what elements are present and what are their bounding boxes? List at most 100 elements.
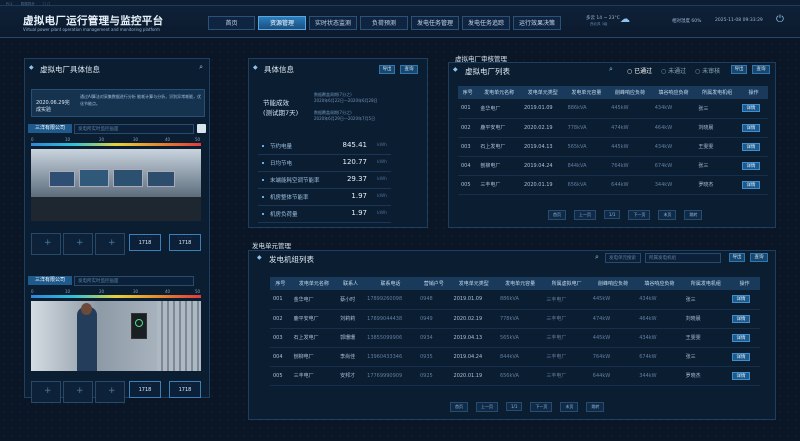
- unit-search-input[interactable]: 发电单元搜索: [605, 253, 641, 263]
- cell: 886kVA: [564, 99, 609, 119]
- page-last[interactable]: 末页: [560, 402, 579, 412]
- cell: 474kW: [589, 309, 637, 329]
- cell: 张三: [695, 156, 739, 176]
- detail-button[interactable]: 详情: [732, 333, 751, 342]
- cell: 003: [270, 328, 291, 348]
- page-jump[interactable]: 跳转: [684, 210, 703, 220]
- page-prev[interactable]: 上一页: [574, 210, 596, 220]
- cell: 844kVA: [496, 347, 544, 367]
- metric-unit: kWh: [377, 211, 387, 216]
- settings-icon[interactable]: [197, 124, 206, 133]
- table-row: 002 鹿平安电厂 2020.02.19 778kVA 474kW 464kW 刘晓晨 详情: [458, 118, 768, 138]
- cell: 17769990909: [364, 366, 417, 386]
- cell: 刘晓晨: [695, 118, 739, 138]
- camera-slot[interactable]: [63, 381, 93, 403]
- cell: 005: [270, 366, 291, 386]
- header: 虚拟电厂运行管理与监控平台 Virtual power plant operat…: [0, 6, 800, 38]
- scale-label: 40: [165, 137, 171, 142]
- table-row: 001 金华电厂 蔡小时 17899260098 0948 2019.01.09 886kV…: [270, 290, 760, 310]
- filter-pending[interactable]: ○ 未审核: [695, 66, 720, 75]
- cell: 17899260098: [364, 290, 417, 310]
- metric-value: 1.97: [351, 209, 367, 217]
- scale-label: 30: [133, 289, 139, 294]
- col-header: 所属发电机组: [682, 277, 730, 290]
- camera-slot[interactable]: [63, 233, 93, 255]
- cell: 刘莉莉: [337, 309, 365, 329]
- export-button[interactable]: 导出: [729, 253, 745, 262]
- left-panel: 虚拟电厂具体信息 ◆ ⌕ 2020.06.29完成实验 通过AI算法对采集数据进…: [24, 58, 210, 403]
- page-next[interactable]: 下一页: [628, 210, 651, 220]
- app-subtitle: Virtual power plant operation management…: [23, 27, 160, 32]
- page-last[interactable]: 末页: [658, 210, 677, 220]
- panel-title: 虚拟电厂具体信息: [40, 65, 100, 74]
- cell: 0925: [416, 366, 451, 386]
- page-indicator: 1/1: [506, 402, 523, 411]
- table-row: 005 三丰电厂 安邦才 17769990909 0925 2020.01.19 656kV…: [270, 366, 760, 386]
- camera-slot[interactable]: [31, 381, 61, 403]
- nav-tracking[interactable]: 发电任务追踪: [462, 16, 510, 30]
- diamond-icon: ◆: [29, 64, 34, 71]
- cell: 罗晓杰: [682, 366, 730, 386]
- cell: 002: [458, 118, 478, 138]
- group-select[interactable]: 所属发电机组: [645, 253, 721, 263]
- scale-label: 0: [31, 289, 34, 294]
- col-header: 削峰响应负荷: [589, 277, 637, 290]
- company-tag: 三洋有限公司: [28, 276, 72, 285]
- camera-slot[interactable]: [95, 233, 125, 255]
- export-button[interactable]: 导出: [731, 65, 747, 74]
- detail-button[interactable]: 详情: [741, 123, 760, 132]
- camera-select[interactable]: 发电所实时监控画面: [74, 124, 194, 134]
- page-prev[interactable]: 上一页: [476, 402, 498, 412]
- detail-button[interactable]: 详情: [732, 352, 751, 361]
- detail-button[interactable]: 详情: [741, 104, 760, 113]
- query-button[interactable]: 查询: [752, 65, 770, 74]
- camera-slot[interactable]: [31, 233, 61, 255]
- scale-label: 10: [65, 137, 71, 142]
- detail-button[interactable]: 详情: [741, 161, 760, 170]
- search-icon[interactable]: ⌕: [595, 253, 599, 262]
- nav-task[interactable]: 发电任务管理: [411, 16, 459, 30]
- pagination: 首页 上一页 1/1 下一页 末页 跳转: [548, 210, 710, 220]
- cell: 2019.01.09: [520, 99, 565, 119]
- cell: 001: [458, 99, 478, 119]
- col-header: 发电单元类型: [450, 277, 497, 290]
- section-title: 发电单元管理: [252, 242, 291, 250]
- weather-sub: 西北风 3级: [590, 22, 608, 26]
- page-first[interactable]: 首页: [548, 210, 566, 220]
- export-button[interactable]: 导出: [379, 65, 395, 74]
- power-icon[interactable]: ⏻: [776, 14, 784, 25]
- page-next[interactable]: 下一页: [530, 402, 553, 412]
- ref-range: 2020年6月29日—2020年7月5日: [314, 116, 376, 121]
- detail-button[interactable]: 详情: [732, 371, 751, 380]
- metric-unit: kWh: [377, 194, 387, 199]
- cell: 0949: [416, 309, 451, 329]
- query-button[interactable]: 查询: [750, 253, 768, 262]
- cell: 005: [458, 175, 478, 195]
- query-button[interactable]: 查询: [400, 65, 418, 74]
- camera-select[interactable]: 发电所实时监控画面: [74, 276, 194, 286]
- table-row: 001 金华电厂 2019.01.09 886kVA 445kW 434kW 张三 详情: [458, 99, 768, 119]
- nav-home[interactable]: 首页: [208, 16, 255, 30]
- detail-button[interactable]: 详情: [741, 180, 760, 189]
- scale-label: 10: [65, 289, 71, 294]
- search-icon[interactable]: ⌕: [199, 63, 203, 72]
- nav-resource[interactable]: 资源管理: [258, 16, 306, 30]
- page-first[interactable]: 首页: [450, 402, 468, 412]
- detail-button[interactable]: 详情: [732, 295, 751, 304]
- search-icon[interactable]: ⌕: [609, 65, 613, 74]
- col-header: 所属发电机组: [695, 86, 739, 99]
- nav-realtime[interactable]: 实时状态监测: [309, 16, 357, 30]
- page-jump[interactable]: 跳转: [586, 402, 605, 412]
- filter-approved[interactable]: ○ 已通过: [627, 66, 652, 75]
- scale-label: 30: [133, 137, 139, 142]
- nav-forecast[interactable]: 负荷预测: [360, 16, 408, 30]
- filter-rejected[interactable]: ○ 未通过: [661, 66, 686, 75]
- camera-slot[interactable]: [95, 381, 125, 403]
- cell: 张三: [695, 99, 739, 119]
- detail-button[interactable]: 详情: [741, 142, 760, 151]
- nav-decision[interactable]: 运行效果决策: [513, 16, 561, 30]
- cell: 004: [270, 347, 291, 367]
- detail-button[interactable]: 详情: [732, 314, 751, 323]
- cell: 004: [458, 156, 478, 176]
- cell: 445kW: [608, 99, 652, 119]
